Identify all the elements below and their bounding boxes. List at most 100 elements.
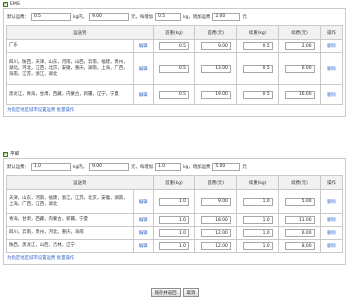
first-weight-input[interactable]: 0.5 [158,90,189,99]
first-weight-cell: 1.0 [152,189,196,214]
add-fee-input[interactable]: 2.00 [284,42,315,50]
ems-first-fee-input[interactable]: 9.00 [89,12,130,21]
unit-label: kg内， [72,14,88,20]
ems-fee-table: 运送到 首重(kg) 首费(元) 续重(kg) 续费(元) 操作 广东 编辑 0… [6,25,344,105]
add-weight-input[interactable]: 1.0 [242,242,273,250]
col-header-action: 操作 [319,25,344,40]
table-header-row: 运送到 首重(kg) 首费(元) 续重(kg) 续费(元) 操作 [6,25,344,40]
region-cell: 广东 [6,39,134,53]
add-fee-cell: 5.00 [278,189,321,214]
add-weight-cell: 1.0 [236,226,280,240]
table-row: 青海，甘肃，西藏，内蒙古，新疆，宁夏 编辑 1.0 18.00 1.0 11.0… [6,213,344,227]
post-add-fee-input[interactable]: 5.00 [212,162,241,171]
add-weight-cell: 1.0 [236,239,280,253]
edit-link[interactable]: 编辑 [132,213,154,227]
post-add-weight-input[interactable]: 1.0 [155,162,182,171]
post-section: ✓ 平邮 默认运费： 1.0 kg内， 9.00 元，每增加 1.0 kg，增加… [3,150,346,265]
first-fee-input[interactable]: 9.00 [200,197,231,206]
unit-label: 元，每增加 [131,14,154,20]
cancel-button[interactable]: 取消 [182,288,200,297]
add-fee-input[interactable]: 6.00 [284,229,315,237]
add-fee-input[interactable]: 8.00 [284,242,315,250]
ems-first-weight-input[interactable]: 0.5 [30,12,71,21]
add-fee-input[interactable]: 16.00 [284,90,315,99]
delete-link[interactable]: 删除 [319,84,344,105]
post-checkbox[interactable]: ✓ [3,151,8,157]
edit-link[interactable]: 编辑 [132,52,154,85]
table-row: 四川，陕西，天津，山东，河南，山西，云南，福建，贵州，湖北，河北，江西，北京，安… [6,52,344,85]
ems-batch-link[interactable]: 为指定地区城市设置运费 批量操作 [6,105,343,114]
add-weight-input[interactable]: 1.0 [242,216,273,224]
add-fee-input[interactable]: 5.00 [284,197,315,206]
col-header-first-fee: 首费(元) [194,25,238,40]
ems-checkbox[interactable]: ✓ [3,1,8,7]
delete-link[interactable]: 删除 [319,239,344,253]
add-weight-input[interactable]: 1.0 [242,197,273,206]
first-weight-cell: 1.0 [152,226,196,240]
add-weight-cell: 0.5 [236,52,280,85]
post-label: 平邮 [10,152,20,157]
first-weight-input[interactable]: 0.5 [158,64,189,73]
col-header-first-weight: 首重(kg) [152,25,196,40]
table-row: 广东 编辑 0.5 9.00 0.5 2.00 删除 [6,39,344,53]
edit-link[interactable]: 编辑 [132,84,154,105]
col-header-first-weight: 首重(kg) [152,175,196,190]
first-weight-cell: 0.5 [152,84,196,105]
col-header-add-fee: 续费(元) [278,175,321,190]
first-weight-cell: 0.5 [152,52,196,85]
post-first-fee-input[interactable]: 9.00 [89,162,130,171]
col-header-add-fee: 续费(元) [278,25,321,40]
first-fee-input[interactable]: 13.00 [200,64,231,73]
delete-link[interactable]: 删除 [319,52,344,85]
edit-link[interactable]: 编辑 [132,226,154,240]
add-fee-cell: 8.00 [278,239,321,253]
first-weight-input[interactable]: 1.0 [158,242,189,250]
unit-label: 元，每增加 [131,164,154,170]
col-header-first-fee: 首费(元) [194,175,238,190]
ems-section: ✓ EMS 默认运费： 0.5 kg内， 9.00 元，每增加 0.5 kg，增… [3,0,346,117]
add-fee-input[interactable]: 11.00 [284,216,315,224]
add-weight-cell: 0.5 [236,39,280,53]
first-weight-input[interactable]: 1.0 [158,229,189,237]
add-weight-input[interactable]: 0.5 [242,64,273,73]
ems-add-weight-input[interactable]: 0.5 [155,12,182,21]
col-header-add-weight: 续重(kg) [236,25,280,40]
unit-label: kg，增加运费 [183,14,211,20]
delete-link[interactable]: 删除 [319,226,344,240]
add-weight-input[interactable]: 1.0 [242,229,273,237]
delete-link[interactable]: 删除 [319,213,344,227]
ems-default-fee-row: 默认运费： 0.5 kg内， 9.00 元，每增加 0.5 kg，增加运费 2.… [7,11,342,22]
ems-add-fee-input[interactable]: 2.00 [212,12,241,21]
post-header: ✓ 平邮 [3,150,346,158]
edit-link[interactable]: 编辑 [132,39,154,53]
unit-label: 元 [242,14,247,20]
ems-label: EMS [10,1,20,7]
col-header-region: 运送到 [6,25,154,40]
add-weight-cell: 1.0 [236,213,280,227]
delete-link[interactable]: 删除 [319,39,344,53]
edit-link[interactable]: 编辑 [132,239,154,253]
first-weight-input[interactable]: 0.5 [158,42,189,50]
table-header-row: 运送到 首重(kg) 首费(元) 续重(kg) 续费(元) 操作 [6,175,344,190]
add-weight-input[interactable]: 0.5 [242,42,273,50]
save-and-return-button[interactable]: 保存并返回 [150,288,181,297]
first-weight-input[interactable]: 1.0 [158,216,189,224]
add-fee-input[interactable]: 6.00 [284,64,315,73]
first-fee-cell: 9.00 [194,39,238,53]
edit-link[interactable]: 编辑 [132,189,154,214]
first-fee-input[interactable]: 12.00 [200,229,231,237]
col-header-action: 操作 [319,175,344,190]
first-weight-cell: 1.0 [152,213,196,227]
first-weight-cell: 0.5 [152,39,196,53]
first-fee-input[interactable]: 12.00 [200,242,231,250]
footer-actions: 保存并返回 取消 [0,288,350,297]
first-fee-input[interactable]: 9.00 [200,42,231,50]
first-fee-input[interactable]: 19.00 [200,90,231,99]
post-first-weight-input[interactable]: 1.0 [30,162,71,171]
add-weight-input[interactable]: 0.5 [242,90,273,99]
add-fee-cell: 11.00 [278,213,321,227]
delete-link[interactable]: 删除 [319,189,344,214]
post-batch-link[interactable]: 为指定地区城市设置运费 批量操作 [6,253,343,262]
first-fee-input[interactable]: 18.00 [200,216,231,224]
first-weight-input[interactable]: 1.0 [158,197,189,206]
